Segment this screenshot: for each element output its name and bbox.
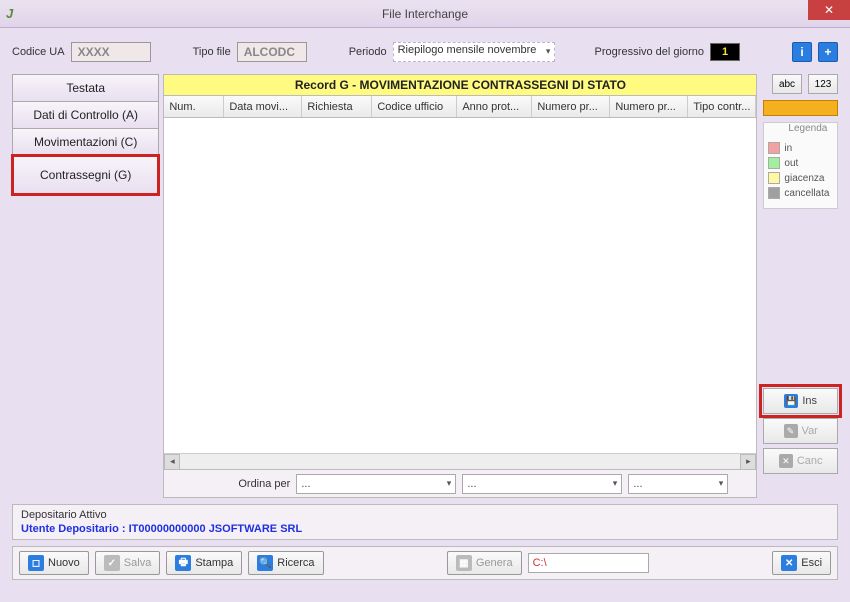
chevron-down-icon: ▾ [719,478,724,489]
close-icon: ✕ [824,3,834,17]
print-icon: 🖶 [175,555,191,571]
progressivo-label: Progressivo del giorno [595,46,704,58]
swatch-out [768,157,780,169]
legend-title: Legenda [784,123,831,134]
tab-contrassegni[interactable]: Contrassegni (G) [12,155,159,195]
color-indicator [763,100,838,116]
col-anno-prot[interactable]: Anno prot... [457,96,532,117]
legend-cancellata: cancellata [768,187,833,199]
col-num[interactable]: Num. [164,96,224,117]
sort-combo-3[interactable]: ...▾ [628,474,728,494]
col-tipo-contr[interactable]: Tipo contr... [688,96,756,117]
depositario-panel: Depositario Attivo Utente Depositario : … [12,504,838,540]
periodo-value: Riepilogo mensile novembre [398,44,537,56]
section-banner: Record G - MOVIMENTAZIONE CONTRASSEGNI D… [163,74,757,96]
legend-out: out [768,157,833,169]
canc-button[interactable]: ✕Canc [763,448,838,474]
sort-combo-1[interactable]: ...▾ [296,474,456,494]
bottom-toolbar: ◻Nuovo ✓Salva 🖶Stampa 🔍Ricerca ▦Genera C… [12,546,838,580]
tab-movimentazioni[interactable]: Movimentazioni (C) [12,128,159,156]
horizontal-scrollbar[interactable]: ◂ ▸ [164,453,756,469]
col-data-movi[interactable]: Data movi... [224,96,302,117]
codice-ua-label: Codice UA [12,46,65,58]
tipo-file-field[interactable]: ALCODC [237,42,307,62]
abc-button[interactable]: abc [772,74,802,94]
depositario-heading: Depositario Attivo [21,509,829,521]
col-numero-pr1[interactable]: Numero pr... [532,96,610,117]
scroll-right-arrow[interactable]: ▸ [740,454,756,470]
legend: Legenda in out giacenza cancellata [763,122,838,209]
esci-button[interactable]: ✕Esci [772,551,831,575]
salva-button[interactable]: ✓Salva [95,551,161,575]
close-button[interactable]: ✕ [808,0,850,20]
path-field[interactable]: C:\ [528,553,649,573]
swatch-cancellata [768,187,780,199]
new-icon: ◻ [28,555,44,571]
ricerca-button[interactable]: 🔍Ricerca [248,551,323,575]
tipo-file-label: Tipo file [193,46,231,58]
info-icon: i [800,45,803,59]
titlebar: J File Interchange ✕ [0,0,850,28]
edit-icon: ✎ [784,424,798,438]
sort-combo-2[interactable]: ...▾ [462,474,622,494]
scroll-left-arrow[interactable]: ◂ [164,454,180,470]
legend-giacenza: giacenza [768,172,833,184]
grid-body[interactable]: ◂ ▸ [163,118,757,470]
chevron-down-icon: ▾ [546,46,551,57]
search-icon: 🔍 [257,555,273,571]
chevron-down-icon: ▾ [613,478,618,489]
stampa-button[interactable]: 🖶Stampa [166,551,242,575]
genera-button[interactable]: ▦Genera [447,551,522,575]
tab-testata[interactable]: Testata [12,74,159,102]
side-tabs: Testata Dati di Controllo (A) Movimentaz… [12,74,159,498]
ordina-per-label: Ordina per [238,478,290,490]
insert-icon: 💾 [784,394,798,408]
depositario-user: Utente Depositario : IT00000000000 JSOFT… [21,523,829,535]
periodo-select[interactable]: Riepilogo mensile novembre ▾ [393,42,556,62]
exit-icon: ✕ [781,555,797,571]
periodo-label: Periodo [349,46,387,58]
sort-row: Ordina per ...▾ ...▾ ...▾ [163,470,757,498]
parameters-row: Codice UA XXXX Tipo file ALCODC Periodo … [12,38,838,66]
save-icon: ✓ [104,555,120,571]
grid-header: Num. Data movi... Richiesta Codice uffic… [163,96,757,118]
info-button[interactable]: i [792,42,812,62]
legend-in: in [768,142,833,154]
scroll-track[interactable] [180,455,740,469]
delete-icon: ✕ [779,454,793,468]
tab-dati-controllo[interactable]: Dati di Controllo (A) [12,101,159,129]
app-icon: J [6,6,22,22]
swatch-giacenza [768,172,780,184]
add-button[interactable]: + [818,42,838,62]
swatch-in [768,142,780,154]
var-button[interactable]: ✎Var [763,418,838,444]
generate-icon: ▦ [456,555,472,571]
123-button[interactable]: 123 [808,74,838,94]
ins-button[interactable]: 💾Ins [763,388,838,414]
col-numero-pr2[interactable]: Numero pr... [610,96,688,117]
right-panel: abc 123 Legenda in out giacenza cancella… [763,74,838,498]
chevron-down-icon: ▾ [447,478,452,489]
progressivo-value: 1 [710,43,740,61]
codice-ua-field[interactable]: XXXX [71,42,151,62]
plus-icon: + [824,45,831,59]
col-codice-ufficio[interactable]: Codice ufficio [372,96,457,117]
col-richiesta[interactable]: Richiesta [302,96,372,117]
window-title: File Interchange [382,7,468,21]
nuovo-button[interactable]: ◻Nuovo [19,551,89,575]
